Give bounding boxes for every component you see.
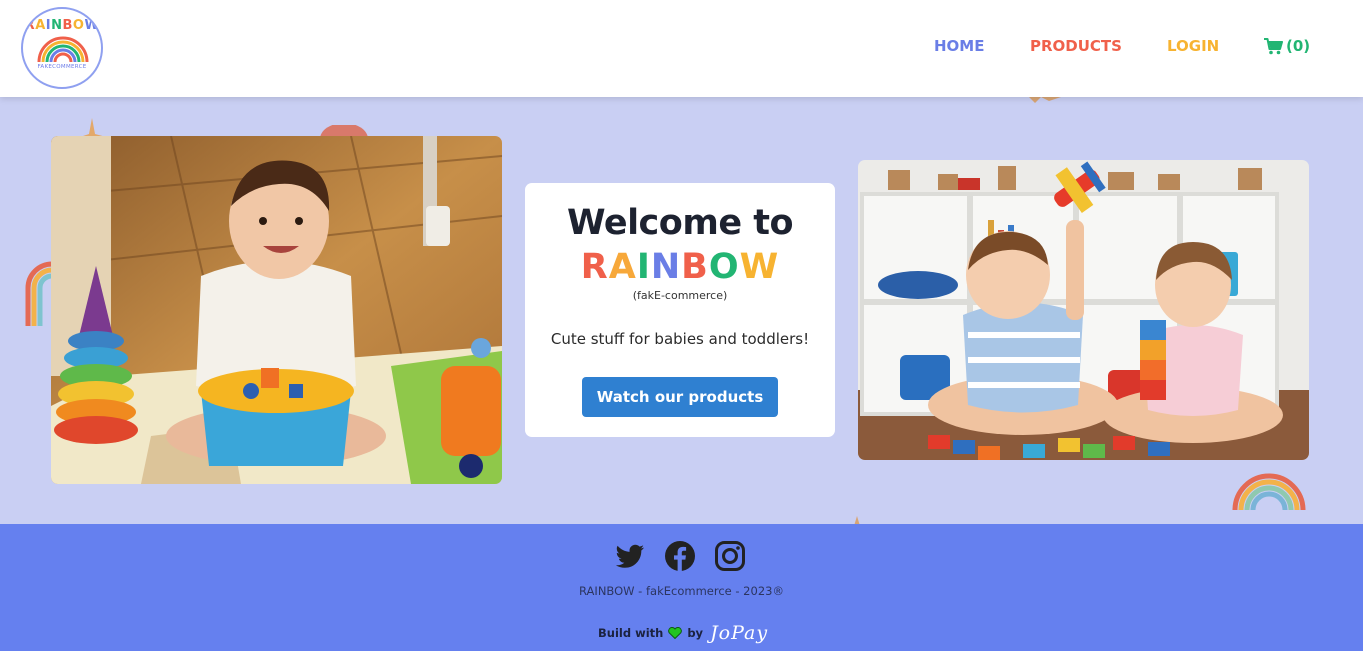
welcome-card: Welcome to RAINBOW (fakE-commerce) Cute … <box>525 183 835 437</box>
nav-home-link[interactable]: HOME <box>934 37 984 55</box>
heart-icon <box>668 627 683 639</box>
site-header: RAINBOW FAKECOMMERCE HOME PRODUCTS LOGIN… <box>0 0 1363 97</box>
rainbow-decoration-icon <box>1232 473 1306 511</box>
build-credit: Build with by JoPay <box>598 622 768 644</box>
nav-login-link[interactable]: LOGIN <box>1167 37 1219 55</box>
brand-letter: I <box>636 247 651 287</box>
brand-letter: N <box>650 247 682 287</box>
logo-letter: W <box>84 18 100 33</box>
site-footer: RAINBOW - fakEcommerce - 2023® Build wit… <box>0 524 1363 651</box>
watch-products-button[interactable]: Watch our products <box>582 377 778 417</box>
brand-letter: O <box>708 247 740 287</box>
brand-letter: A <box>608 247 637 287</box>
rainbow-decoration-icon <box>25 261 53 326</box>
instagram-icon[interactable] <box>714 540 746 572</box>
nav-cart-link[interactable]: (0) <box>1264 37 1310 55</box>
logo-letter: R <box>24 18 36 33</box>
brand-subtitle: (fakE-commerce) <box>632 289 728 302</box>
logo-wordmark: RAINBOW <box>23 18 101 33</box>
brand-letter: R <box>580 247 609 287</box>
cart-count: (0) <box>1286 37 1311 55</box>
copyright-text: RAINBOW - fakEcommerce - 2023® <box>579 584 784 598</box>
nav-products-link[interactable]: PRODUCTS <box>1030 37 1122 55</box>
baby-playing-photo <box>51 136 502 484</box>
shopping-cart-icon <box>1264 37 1283 54</box>
logo-letter: B <box>62 18 73 33</box>
logo-letter: A <box>35 18 46 33</box>
facebook-icon[interactable] <box>664 540 696 572</box>
author-signature[interactable]: JoPay <box>710 622 768 644</box>
brand-letter: W <box>739 247 780 287</box>
twitter-icon[interactable] <box>614 540 646 572</box>
rainbow-logo[interactable]: RAINBOW FAKECOMMERCE <box>21 7 103 89</box>
logo-letter: O <box>72 18 85 33</box>
brand-letter: B <box>681 247 709 287</box>
welcome-title: Welcome to <box>566 203 794 243</box>
logo-subtitle: FAKECOMMERCE <box>37 64 87 70</box>
logo-rainbow-icon <box>37 36 89 63</box>
tagline: Cute stuff for babies and toddlers! <box>550 330 810 348</box>
brand-name: RAINBOW <box>525 247 835 287</box>
logo-letter: N <box>51 18 63 33</box>
by-label: by <box>687 626 704 640</box>
build-with-label: Build with <box>598 626 664 640</box>
toddlers-playing-photo <box>858 160 1309 460</box>
